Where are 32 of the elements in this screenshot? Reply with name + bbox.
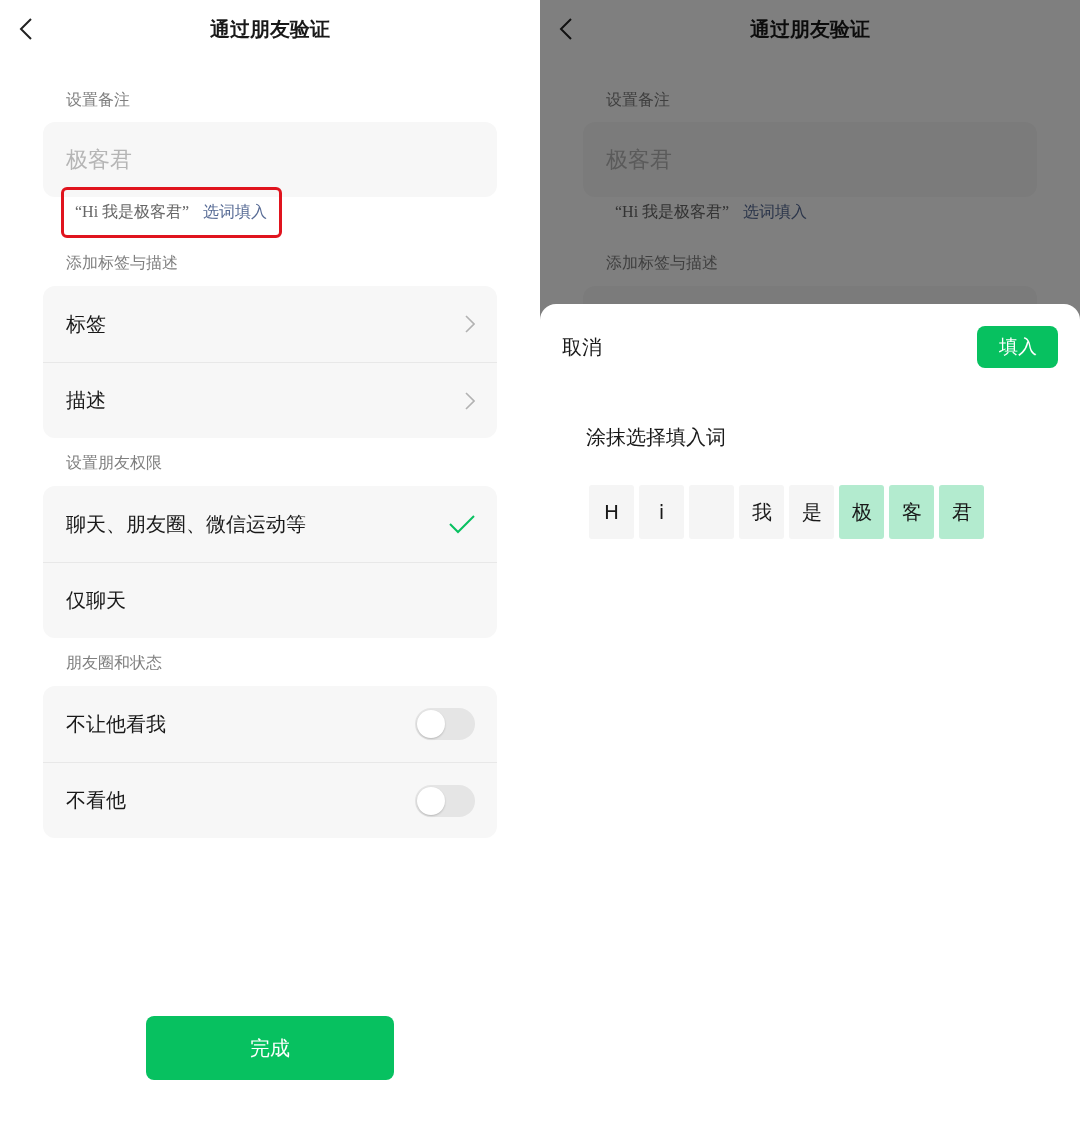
- section-label: 添加标签与描述: [606, 253, 719, 273]
- option-row[interactable]: 仅聊天: [43, 562, 497, 638]
- char-tile[interactable]: i: [639, 485, 684, 539]
- checkmark-icon: [449, 514, 475, 534]
- page-title: 通过朋友验证: [750, 16, 870, 42]
- suggestion-text: “Hi 我是极客君”: [75, 202, 190, 222]
- menu-row[interactable]: 描述: [43, 362, 497, 438]
- section-label: 添加标签与描述: [66, 253, 179, 273]
- cancel-button[interactable]: 取消: [562, 333, 602, 361]
- section-label: 朋友圈和状态: [66, 653, 163, 673]
- section-label: 设置备注: [66, 90, 131, 110]
- toggle-label: 不看他: [66, 788, 126, 813]
- chevron-right-icon: [465, 391, 475, 410]
- toggle-switch[interactable]: [415, 784, 475, 817]
- section-label: 设置备注: [606, 90, 671, 110]
- char-tile[interactable]: 客: [889, 485, 934, 539]
- toggle-label: 不让他看我: [66, 711, 166, 737]
- menu-row[interactable]: 标签: [43, 286, 497, 362]
- char-tile[interactable]: 君: [939, 485, 984, 539]
- option-row[interactable]: 聊天、朋友圈、微信运动等: [43, 486, 497, 562]
- char-tile[interactable]: 极: [839, 485, 884, 539]
- char-tile[interactable]: 是: [789, 485, 834, 539]
- suggestion-text: “Hi 我是极客君”: [615, 202, 730, 222]
- fill-word-link[interactable]: 选词填入: [203, 202, 268, 223]
- section-label: 设置朋友权限: [66, 453, 163, 473]
- toggle-switch[interactable]: [415, 708, 475, 740]
- back-icon[interactable]: [19, 17, 33, 41]
- page-title: 通过朋友验证: [210, 16, 330, 42]
- char-tile[interactable]: 我: [739, 485, 784, 539]
- chevron-right-icon: [465, 315, 475, 333]
- char-tile[interactable]: H: [589, 485, 634, 539]
- prompt-text: 涂抹选择填入词: [586, 425, 727, 450]
